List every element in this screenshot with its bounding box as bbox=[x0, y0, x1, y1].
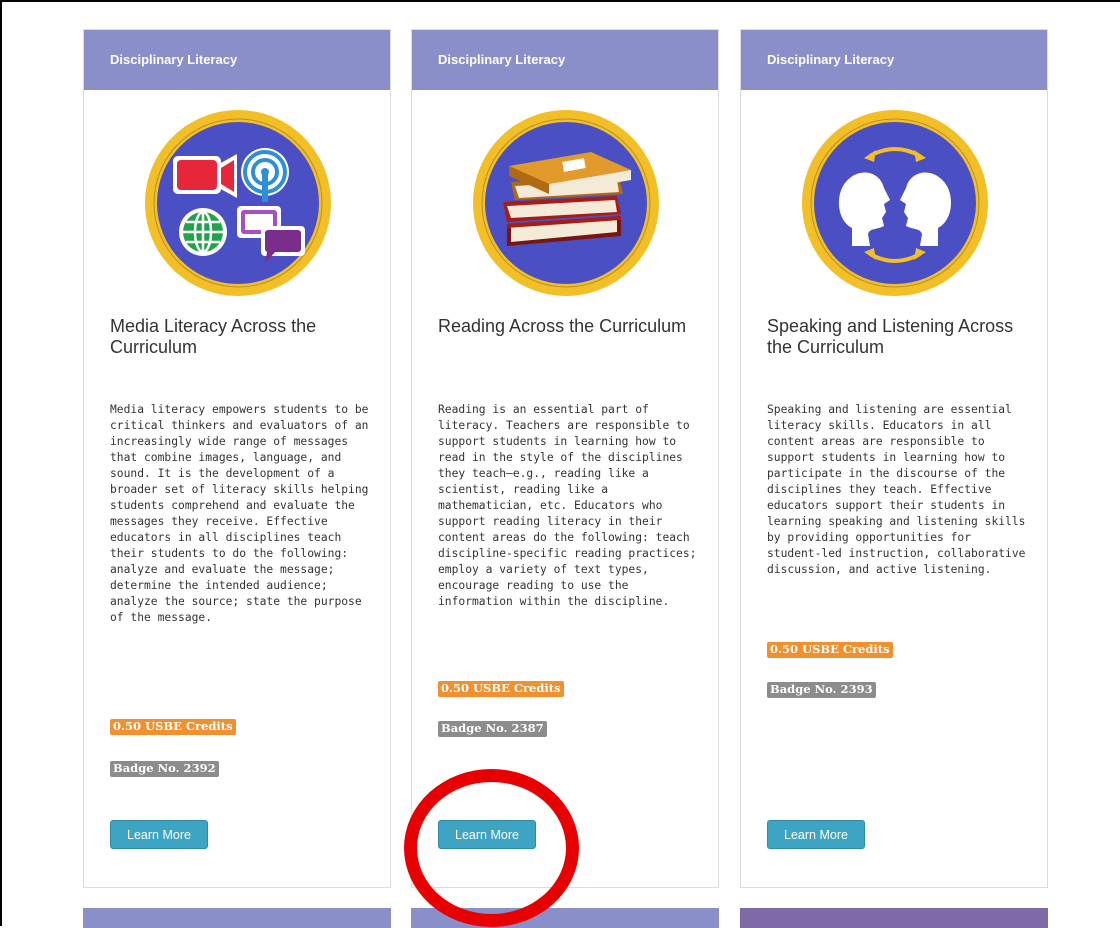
credits-label: 0.50 USBE Credits bbox=[110, 719, 236, 735]
badge-card-media-literacy: Disciplinary Literacy Media Literacy Acr… bbox=[83, 29, 391, 888]
speaking-listening-icon bbox=[802, 110, 988, 296]
books-icon bbox=[473, 110, 659, 296]
card-description: Reading is an essential part of literacy… bbox=[438, 403, 697, 608]
card-title: Speaking and Listening Across the Curric… bbox=[767, 316, 1014, 357]
learn-more-button[interactable]: Learn More bbox=[767, 820, 865, 849]
badge-number-label: Badge No. 2387 bbox=[438, 721, 547, 737]
badge-card-reading: Disciplinary Literacy Reading Across the… bbox=[411, 29, 719, 888]
credits-label: 0.50 USBE Credits bbox=[767, 642, 893, 658]
card-category: Disciplinary Literacy bbox=[412, 30, 718, 90]
badge-number-label: Badge No. 2393 bbox=[767, 682, 876, 698]
next-card-header bbox=[411, 908, 719, 928]
badge-number-label: Badge No. 2392 bbox=[110, 761, 219, 777]
learn-more-button[interactable]: Learn More bbox=[110, 820, 208, 849]
card-category: Disciplinary Literacy bbox=[84, 30, 390, 90]
badge-card-speaking-listening: Disciplinary Literacy Speaking and Liste… bbox=[740, 29, 1048, 888]
page-frame: Disciplinary Literacy Media Literacy Acr… bbox=[0, 0, 1120, 928]
next-card-header bbox=[83, 908, 391, 928]
media-literacy-icon bbox=[145, 110, 331, 296]
next-card-header bbox=[740, 908, 1048, 928]
card-description: Speaking and listening are essential lit… bbox=[767, 403, 1026, 576]
credits-label: 0.50 USBE Credits bbox=[438, 681, 564, 697]
card-title: Media Literacy Across the Curriculum bbox=[110, 316, 317, 357]
card-description: Media literacy empowers students to be c… bbox=[110, 403, 369, 624]
card-category: Disciplinary Literacy bbox=[741, 30, 1047, 90]
learn-more-button[interactable]: Learn More bbox=[438, 820, 536, 849]
card-title: Reading Across the Curriculum bbox=[438, 316, 687, 336]
